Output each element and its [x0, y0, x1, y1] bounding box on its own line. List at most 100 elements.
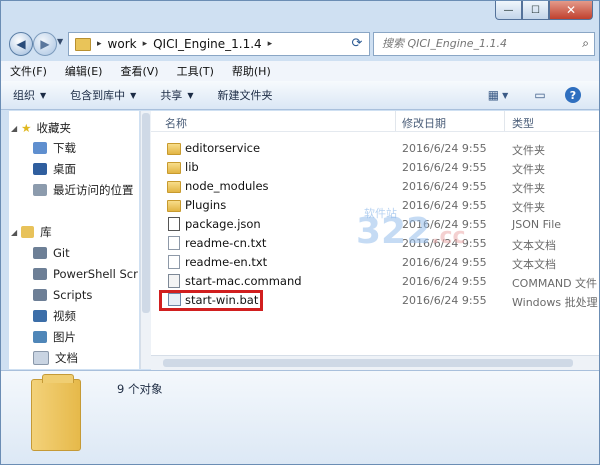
file-name: Plugins	[185, 198, 227, 212]
nav-favorites-label: 收藏夹	[36, 121, 71, 135]
nav-item-label: Scripts	[53, 288, 93, 302]
file-date: 2016/6/24 9:55	[402, 161, 487, 174]
horizontal-scroll-thumb[interactable]	[163, 359, 573, 367]
breadcrumb-qici-engine[interactable]: QICI_Engine_1.1.4	[153, 37, 262, 51]
explorer-window: — ☐ ✕ ◀ ▶ ▼ ▸ work ▸ QICI_Engine_1.1.4 ▸…	[0, 0, 600, 465]
organize-label: 组织	[13, 89, 35, 102]
nav-item-documents[interactable]: 文档	[33, 349, 78, 367]
new-folder-label: 新建文件夹	[217, 89, 273, 102]
column-divider[interactable]	[504, 111, 505, 131]
folder-icon	[167, 200, 181, 212]
menu-tools[interactable]: 工具(T)	[168, 63, 223, 79]
search-box[interactable]: ⌕	[373, 32, 595, 56]
expand-arrow-icon[interactable]: ◢	[11, 228, 17, 237]
column-header: 名称 修改日期 类型	[151, 111, 599, 132]
menu-file[interactable]: 文件(F)	[1, 63, 56, 79]
chevron-down-icon: ▼	[40, 90, 47, 100]
refresh-button[interactable]: ⟳	[346, 32, 368, 54]
nav-favorites[interactable]: ◢ ★ 收藏夹	[11, 119, 71, 137]
nav-item-recent-places[interactable]: 最近访问的位置	[33, 181, 134, 199]
view-grid-icon: ▦	[487, 88, 500, 102]
file-type: 文本文档	[512, 258, 556, 271]
close-button[interactable]: ✕	[549, 1, 593, 20]
breadcrumb-separator: ▸	[142, 39, 148, 49]
column-name[interactable]: 名称	[165, 115, 187, 131]
file-row-lib[interactable]: lib 2016/6/24 9:55 文件夹	[151, 158, 599, 177]
library-icon	[21, 226, 35, 238]
chevron-down-icon: ▼	[502, 90, 509, 100]
json-file-icon	[168, 217, 180, 231]
chevron-down-icon: ▼	[187, 90, 194, 100]
text-file-icon	[168, 236, 180, 250]
column-date-modified[interactable]: 修改日期	[402, 115, 446, 131]
maximize-button[interactable]: ☐	[522, 1, 549, 20]
menu-help[interactable]: 帮助(H)	[223, 63, 280, 79]
picture-library-icon	[33, 331, 47, 343]
file-row-start-mac[interactable]: start-mac.command 2016/6/24 9:55 COMMAND…	[151, 272, 599, 291]
history-dropdown-icon[interactable]: ▼	[57, 37, 63, 46]
share-label: 共享	[160, 89, 183, 102]
folder-icon	[167, 162, 181, 174]
expand-arrow-icon[interactable]: ◢	[11, 124, 17, 133]
library-folder-icon	[33, 268, 47, 280]
file-name: start-mac.command	[185, 274, 302, 288]
file-row-node-modules[interactable]: node_modules 2016/6/24 9:55 文件夹	[151, 177, 599, 196]
nav-item-pictures[interactable]: 图片	[33, 328, 76, 346]
nav-scroll-thumb[interactable]	[142, 113, 150, 313]
text-file-icon	[168, 255, 180, 269]
file-row-readme-en[interactable]: readme-en.txt 2016/6/24 9:55 文本文档	[151, 253, 599, 272]
menu-edit[interactable]: 编辑(E)	[56, 63, 112, 79]
nav-item-scripts[interactable]: Scripts	[33, 286, 92, 304]
nav-item-label: 图片	[53, 330, 76, 344]
watermark-site: 软件站	[364, 207, 397, 220]
file-type: COMMAND 文件	[512, 277, 598, 290]
view-options-button[interactable]: ▦ ▼	[483, 85, 513, 105]
address-row: ◀ ▶ ▼ ▸ work ▸ QICI_Engine_1.1.4 ▸ ⟳ ⌕	[1, 28, 599, 60]
watermark-suffix: .cc	[431, 224, 466, 249]
forward-button[interactable]: ▶	[33, 32, 57, 56]
minimize-button[interactable]: —	[495, 1, 522, 20]
nav-libraries-label: 库	[40, 225, 52, 239]
back-button[interactable]: ◀	[9, 32, 33, 56]
organize-button[interactable]: 组织 ▼	[1, 87, 58, 103]
column-type[interactable]: 类型	[512, 115, 534, 131]
column-divider[interactable]	[395, 111, 396, 131]
preview-pane-icon: ▭	[534, 88, 546, 102]
navigation-pane: ◢ ★ 收藏夹 下载 桌面 最近访问的位置 ◢ 库 Git PowerShell…	[9, 111, 139, 369]
file-name: readme-en.txt	[185, 255, 268, 269]
library-folder-icon	[33, 289, 47, 301]
menu-view[interactable]: 查看(V)	[111, 63, 167, 79]
horizontal-scrollbar[interactable]	[151, 355, 599, 370]
nav-item-label: 文档	[55, 351, 78, 365]
address-bar[interactable]: ▸ work ▸ QICI_Engine_1.1.4 ▸	[68, 32, 370, 56]
chevron-down-icon: ▼	[130, 90, 137, 100]
file-name: lib	[185, 160, 199, 174]
desktop-icon	[33, 163, 47, 175]
breadcrumb-work[interactable]: work	[108, 37, 137, 51]
file-name: node_modules	[185, 179, 269, 193]
search-icon[interactable]: ⌕	[582, 36, 589, 51]
command-file-icon	[168, 274, 180, 288]
search-input[interactable]	[380, 36, 574, 51]
nav-libraries[interactable]: ◢ 库	[11, 223, 52, 241]
nav-item-label: 桌面	[53, 162, 76, 176]
include-in-library-button[interactable]: 包含到库中 ▼	[58, 87, 148, 103]
nav-item-label: 下载	[53, 141, 76, 155]
share-button[interactable]: 共享 ▼	[148, 87, 205, 103]
nav-scrollbar[interactable]	[140, 111, 151, 369]
nav-item-desktop[interactable]: 桌面	[33, 160, 76, 178]
nav-item-downloads[interactable]: 下载	[33, 139, 76, 157]
breadcrumb-separator: ▸	[267, 39, 273, 49]
back-arrow-icon: ◀	[16, 37, 26, 51]
breadcrumb-separator: ▸	[97, 39, 102, 49]
preview-pane-button[interactable]: ▭	[531, 85, 549, 105]
library-folder-icon	[33, 247, 47, 259]
help-button[interactable]: ?	[564, 85, 582, 105]
nav-item-git[interactable]: Git	[33, 244, 70, 262]
new-folder-button[interactable]: 新建文件夹	[205, 87, 284, 103]
nav-item-powershell-scripts[interactable]: PowerShell Scr	[33, 265, 138, 283]
file-date: 2016/6/24 9:55	[402, 275, 487, 288]
details-pane: 9 个对象	[1, 370, 599, 464]
nav-item-videos[interactable]: 视频	[33, 307, 76, 325]
file-row-editorservice[interactable]: editorservice 2016/6/24 9:55 文件夹	[151, 139, 599, 158]
